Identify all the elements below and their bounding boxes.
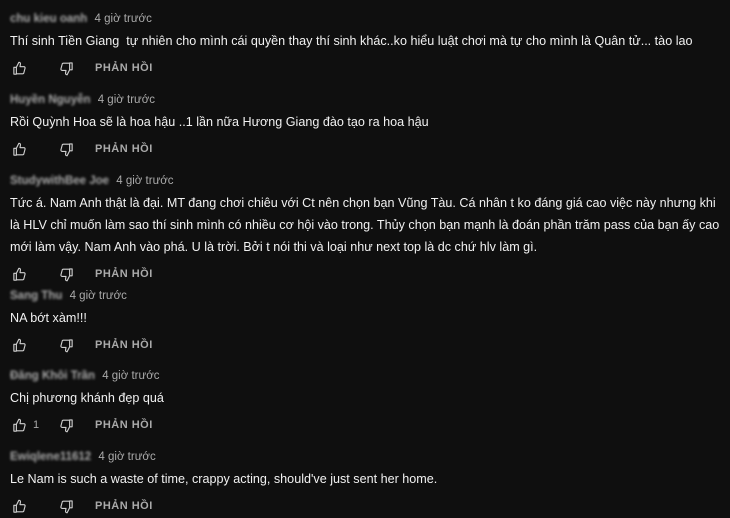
comment-author[interactable]: Ewiqlene11612 bbox=[10, 451, 91, 463]
comment-header: StudywithBee Joe 4 giờ trước bbox=[10, 172, 720, 190]
thumbs-up-icon bbox=[12, 142, 26, 156]
like-count: 1 bbox=[33, 419, 40, 431]
comment-actions: PHẢN HỒI bbox=[10, 496, 720, 516]
comment-timestamp[interactable]: 4 giờ trước bbox=[70, 290, 127, 302]
comment-author[interactable]: StudywithBee Joe bbox=[10, 175, 109, 187]
comment-header: Sang Thu 4 giờ trước bbox=[10, 287, 720, 305]
dislike-button[interactable] bbox=[57, 59, 75, 77]
comment-timestamp[interactable]: 4 giờ trước bbox=[98, 451, 155, 463]
comment-timestamp[interactable]: 4 giờ trước bbox=[98, 94, 155, 106]
reply-button[interactable]: PHẢN HỒI bbox=[95, 268, 153, 280]
thumbs-up-icon bbox=[12, 61, 26, 75]
comment-text: Thí sinh Tiền Giang tự nhiên cho mình cá… bbox=[10, 34, 693, 48]
comment-author[interactable]: Huyền Nguyễn bbox=[10, 94, 91, 106]
dislike-button[interactable] bbox=[57, 336, 75, 354]
comment-timestamp[interactable]: 4 giờ trước bbox=[116, 175, 173, 187]
comment-timestamp[interactable]: 4 giờ trước bbox=[102, 370, 159, 382]
comment: Huyền Nguyễn 4 giờ trước Rồi Quỳnh Hoa s… bbox=[10, 91, 720, 159]
reply-button[interactable]: PHẢN HỒI bbox=[95, 500, 153, 512]
thumbs-down-icon bbox=[59, 499, 73, 513]
comment-text: Tức á. Nam Anh thật là đại. MT đang chơi… bbox=[10, 196, 723, 254]
like-button[interactable] bbox=[10, 59, 28, 77]
like-button[interactable] bbox=[10, 416, 28, 434]
thumbs-down-icon bbox=[59, 142, 73, 156]
comment-author[interactable]: Sang Thu bbox=[10, 290, 62, 302]
comment-text: Le Nam is such a waste of time, crappy a… bbox=[10, 472, 438, 486]
comment-text: NA bớt xàm!!! bbox=[10, 311, 87, 325]
comment-header: Đăng Khôi Trần 4 giờ trước bbox=[10, 367, 720, 385]
comment-actions: 1 PHẢN HỒI bbox=[10, 415, 720, 435]
comment-timestamp[interactable]: 4 giờ trước bbox=[95, 13, 152, 25]
comment-actions: PHẢN HỒI bbox=[10, 335, 720, 355]
thumbs-down-icon bbox=[59, 338, 73, 352]
reply-button[interactable]: PHẢN HỒI bbox=[95, 339, 153, 351]
thumbs-down-icon bbox=[59, 61, 73, 75]
reply-button[interactable]: PHẢN HỒI bbox=[95, 62, 153, 74]
dislike-button[interactable] bbox=[57, 416, 75, 434]
dislike-button[interactable] bbox=[57, 265, 75, 283]
like-button[interactable] bbox=[10, 336, 28, 354]
like-button[interactable] bbox=[10, 265, 28, 283]
dislike-button[interactable] bbox=[57, 140, 75, 158]
comment-actions: PHẢN HỒI bbox=[10, 139, 720, 159]
comment: StudywithBee Joe 4 giờ trước Tức á. Nam … bbox=[10, 172, 720, 284]
thumbs-down-icon bbox=[59, 267, 73, 281]
reply-button[interactable]: PHẢN HỒI bbox=[95, 419, 153, 431]
comment-text: Rồi Quỳnh Hoa sẽ là hoa hậu ..1 lần nữa … bbox=[10, 115, 429, 129]
comment: Sang Thu 4 giờ trước NA bớt xàm!!! PHẢN … bbox=[10, 287, 720, 355]
comment-author[interactable]: chu kieu oanh bbox=[10, 13, 87, 25]
comment-header: Huyền Nguyễn 4 giờ trước bbox=[10, 91, 720, 109]
comment-actions: PHẢN HỒI bbox=[10, 264, 720, 284]
thumbs-up-icon bbox=[12, 499, 26, 513]
thumbs-up-icon bbox=[12, 267, 26, 281]
comment-author[interactable]: Đăng Khôi Trần bbox=[10, 370, 95, 382]
thumbs-up-icon bbox=[12, 418, 26, 432]
like-button[interactable] bbox=[10, 497, 28, 515]
comment: Đăng Khôi Trần 4 giờ trước Chị phương kh… bbox=[10, 367, 720, 435]
comment-actions: PHẢN HỒI bbox=[10, 58, 720, 78]
like-button[interactable] bbox=[10, 140, 28, 158]
comment: chu kieu oanh 4 giờ trước Thí sinh Tiền … bbox=[10, 10, 720, 78]
thumbs-down-icon bbox=[59, 418, 73, 432]
comment-text: Chị phương khánh đẹp quá bbox=[10, 391, 164, 405]
comment-header: chu kieu oanh 4 giờ trước bbox=[10, 10, 720, 28]
reply-button[interactable]: PHẢN HỒI bbox=[95, 143, 153, 155]
dislike-button[interactable] bbox=[57, 497, 75, 515]
thumbs-up-icon bbox=[12, 338, 26, 352]
comment: Ewiqlene11612 4 giờ trước Le Nam is such… bbox=[10, 448, 720, 516]
comment-header: Ewiqlene11612 4 giờ trước bbox=[10, 448, 720, 466]
